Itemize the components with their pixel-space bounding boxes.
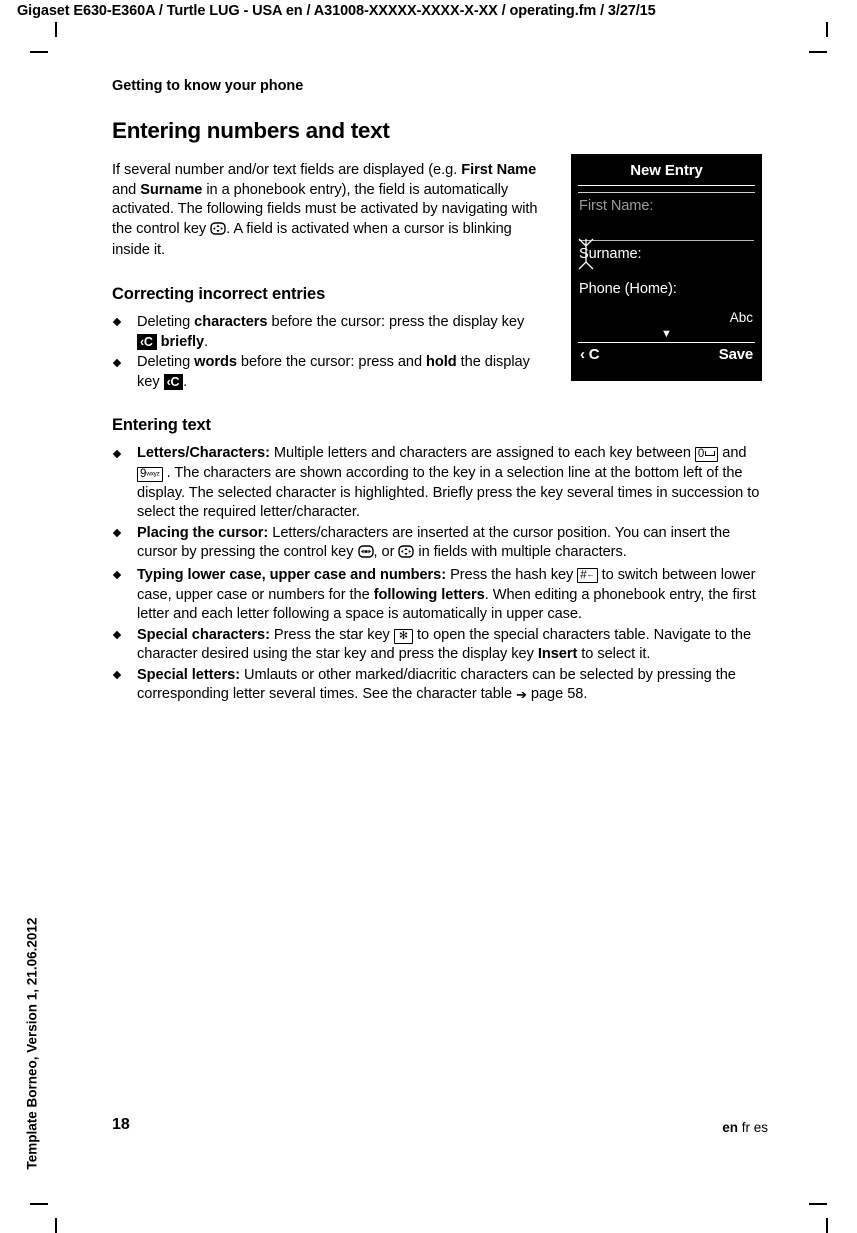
bullet-diamond-icon [112,671,122,680]
bullet-text-1: Press the star key [269,626,394,643]
page-title: Entering numbers and text [112,118,390,143]
softkey-delete[interactable]: ‹ C [580,346,600,363]
bullet-text-3: in fields with multiple characters. [414,544,627,561]
bullet-text-2: before the cursor: press the display key [267,313,525,330]
running-head: Gigaset E630-E360A / Turtle LUG - USA en… [17,3,656,19]
bullet-text-4: . [204,333,209,350]
space-symbol-icon [705,451,716,457]
bullet-text-1: Press the hash key [446,566,578,583]
key-0-space-icon: 0 [694,447,719,463]
key-hash-arrow-icon: ← [586,570,595,580]
bullet-label-letters-characters: Letters/Characters: [137,445,270,462]
list-item: Deleting words before the cursor: press … [112,353,544,392]
chapter-title: Getting to know your phone [112,78,304,94]
bullet-text-4: . [183,373,188,390]
correcting-bullet-list: Deleting characters before the cursor: p… [112,313,544,392]
bullet-bold-following-letters: following letters [373,586,485,603]
bullet-text-1: Multiple letters and characters are assi… [269,445,695,462]
bullet-bold-characters: characters [194,313,268,330]
display-scroll-down-icon: ▼ [661,328,672,340]
bullet-text-2: page 58. [526,686,588,703]
crop-mark-top-left-vertical [55,22,57,37]
intro-bold-surname: Surname [140,181,203,198]
bullet-text-3: . The characters are shown according to … [137,464,760,521]
crop-mark-bottom-left-vertical [55,1218,57,1233]
display-field-phone-home[interactable]: Phone (Home): [571,276,762,297]
bullet-diamond-icon [112,630,122,640]
bullet-diamond-icon [112,358,122,367]
key-star-icon: ✻ [393,628,413,644]
bullet-text-1: Deleting [137,313,195,330]
key-9-wxyz-icon: 9wxyz [137,466,163,482]
language-current: en [722,1120,738,1135]
page-number: 18 [112,1116,130,1133]
list-item: Letters/Characters: Multiple letters and… [112,444,772,522]
template-version-note: Template Borneo, Version 1, 21.06.2012 [24,917,40,1170]
intro-text-1: If several number and/or text fields are… [112,162,462,178]
key-hash-icon: #← [577,568,598,584]
bullet-text-1: Deleting [137,354,195,371]
bullet-bold-words: words [194,354,237,371]
subsection-entering-text-title: Entering text [112,416,211,435]
bullet-bold-hold: hold [426,354,457,371]
display-field-phone-home-label: Phone (Home): [579,281,677,297]
list-item: Placing the cursor: Letters/characters a… [112,524,772,565]
bullet-text-3: to select it. [577,646,651,663]
control-key-4way-icon [398,545,415,565]
bullet-label-typing-case: Typing lower case, upper case and number… [137,566,447,583]
intro-bold-first-name: First Name [461,162,537,178]
list-item: Special characters: Press the star key ✻… [112,626,772,665]
handset-display-mockup: New Entry First Name: Surname: Phone (Ho… [571,154,762,381]
display-field-surname[interactable]: Surname: [571,241,762,262]
display-title: New Entry [630,162,703,179]
bullet-text-2: and [718,445,747,462]
bullet-bold-insert: Insert [537,646,578,663]
display-title-rule [578,185,755,186]
display-field-first-name-label: First Name: [579,198,654,214]
bullet-diamond-icon [112,571,122,580]
language-others: fr es [741,1120,768,1135]
crop-mark-top-right-vertical [826,22,828,37]
display-key-delete-icon: ‹C [137,333,157,350]
display-field-surname-label: Surname: [579,246,642,262]
entering-text-bullet-list: Letters/Characters: Multiple letters and… [112,444,772,705]
bullet-label-placing-cursor: Placing the cursor: [137,524,269,541]
document-page: Gigaset E630-E360A / Turtle LUG - USA en… [0,0,857,1233]
bullet-label-special-characters: Special characters: [137,626,270,643]
display-field-spacer [571,262,762,276]
bullet-text-2: before the cursor: press and [236,354,427,371]
cross-reference-arrow-icon: ➔ [516,687,527,703]
display-field-first-name[interactable]: First Name: [571,193,762,270]
crop-mark-bottom-left-horizontal [30,1203,48,1205]
crop-mark-top-right-horizontal [809,51,827,53]
list-item: Special letters: Umlauts or other marked… [112,666,772,705]
list-item: Deleting characters before the cursor: p… [112,313,544,352]
crop-mark-bottom-right-horizontal [809,1203,827,1205]
bullet-diamond-icon [112,449,122,459]
bullet-label-special-letters: Special letters: [137,666,241,683]
display-softkey-bar: ‹ C Save [571,343,762,363]
key-9-letters: wxyz [146,470,160,478]
display-input-mode-indicator: Abc [729,310,753,325]
bullet-bold-briefly: briefly [160,333,205,350]
intro-paragraph: If several number and/or text fields are… [112,161,544,261]
intro-text-2: and [112,181,141,198]
crop-mark-top-left-horizontal [30,51,48,53]
control-key-horizontal-icon [357,545,374,565]
language-indicator: en fr es [722,1120,768,1135]
softkey-save[interactable]: Save [719,346,753,363]
control-key-4way-icon [210,222,226,242]
crop-mark-bottom-right-vertical [826,1218,828,1233]
key-0-digit: 0 [697,448,705,461]
bullet-diamond-icon [112,318,122,327]
bullet-text-2: , or [373,544,399,561]
bullet-diamond-icon [112,528,122,538]
list-item: Typing lower case, upper case and number… [112,566,772,625]
display-key-delete-icon: ‹C [163,373,184,390]
